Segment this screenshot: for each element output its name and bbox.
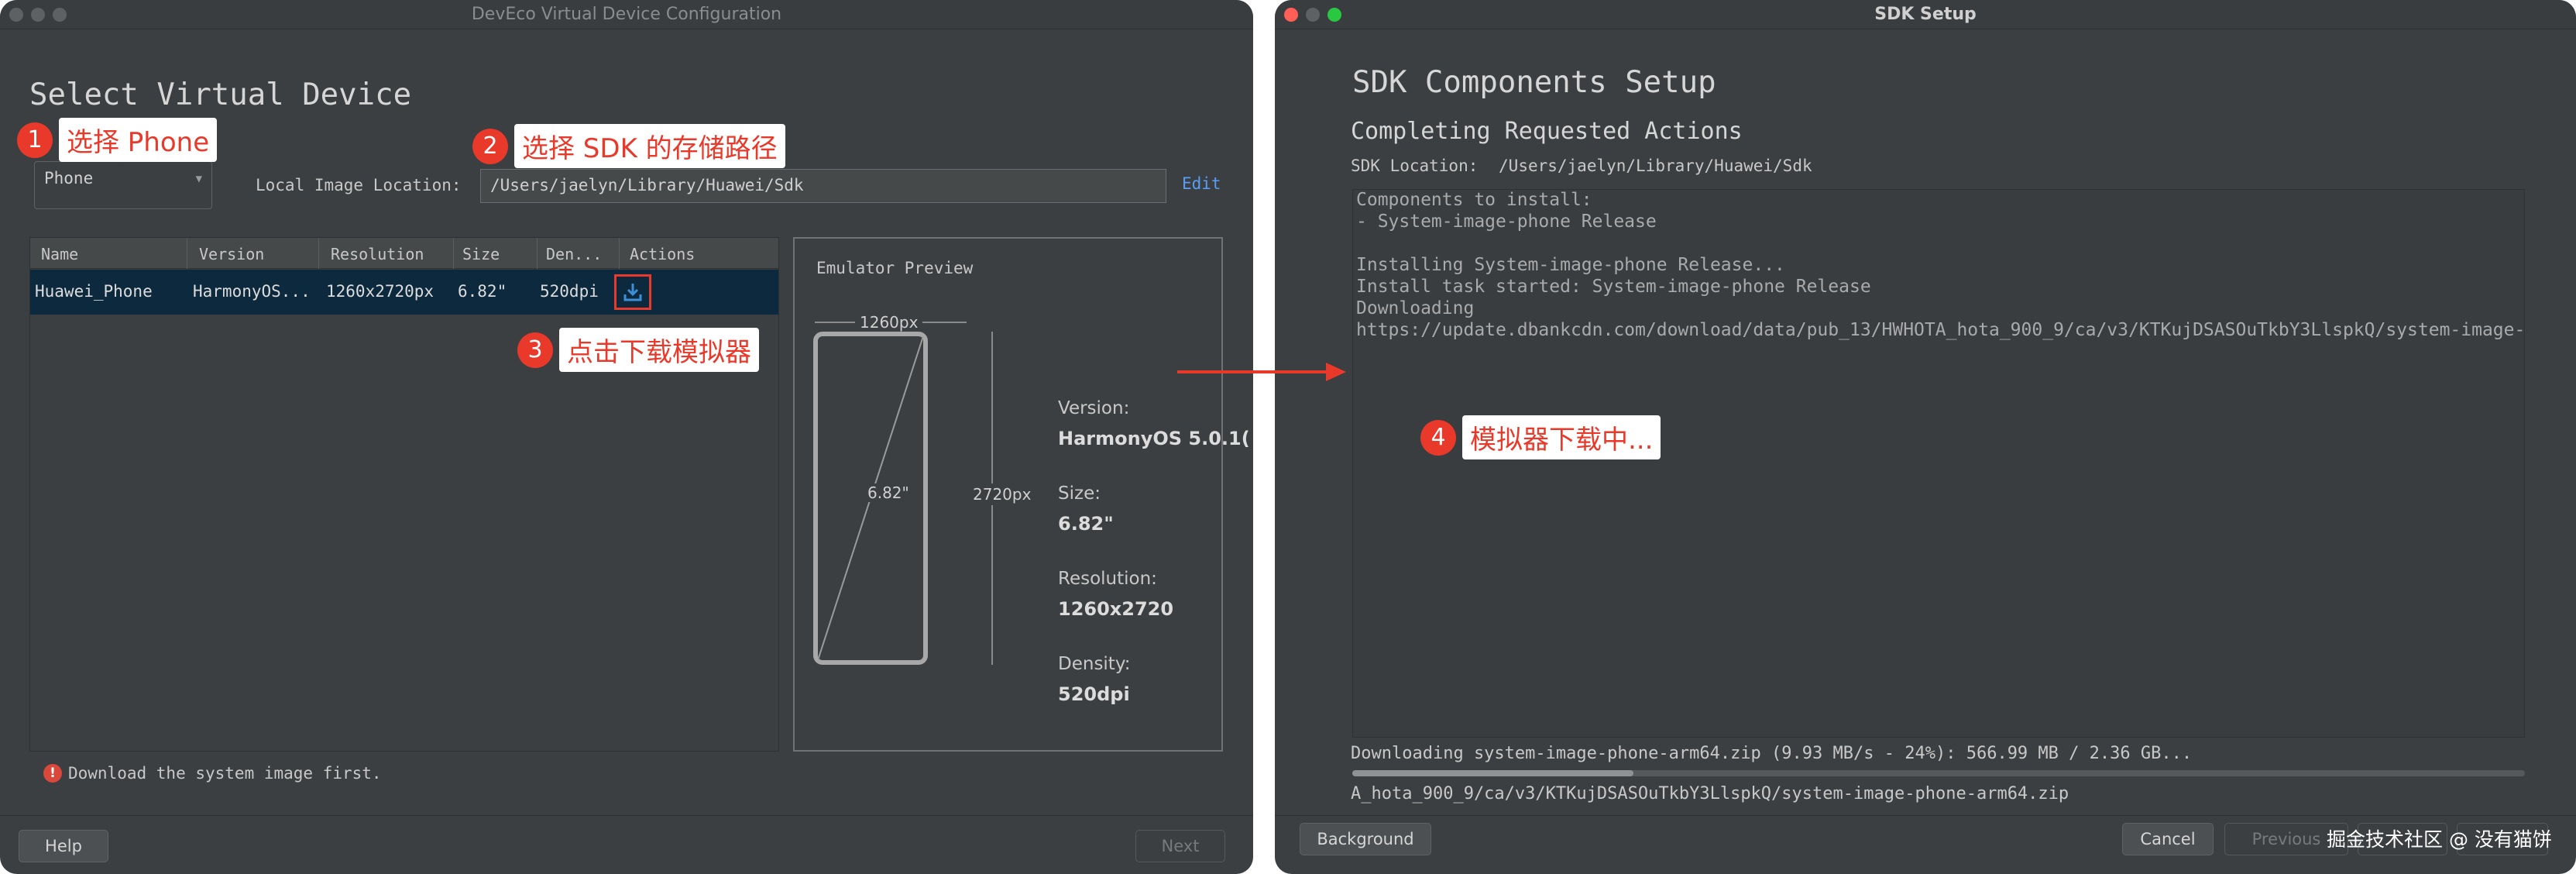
column-actions[interactable]: Actions bbox=[630, 245, 695, 263]
window-title: SDK Setup bbox=[1874, 5, 1977, 24]
footer-divider bbox=[0, 815, 1253, 816]
step-number: 3 bbox=[517, 332, 553, 368]
page-subtitle: Completing Requested Actions bbox=[1351, 118, 1743, 145]
next-button[interactable]: Next bbox=[1135, 830, 1225, 862]
location-label: Local Image Location: bbox=[256, 176, 462, 194]
annotation-2: 2 选择 SDK 的存储路径 bbox=[472, 124, 785, 168]
cell-resolution: 1260x2720px bbox=[326, 282, 434, 301]
device-type-select[interactable]: Phone ▼ bbox=[34, 161, 212, 209]
device-table: Name Version Resolution Size Den... Acti… bbox=[29, 237, 779, 752]
log-line: Installing System-image-phone Release... bbox=[1356, 255, 1785, 275]
cell-size: 6.82" bbox=[458, 282, 507, 301]
log-line: Components to install: bbox=[1356, 190, 1592, 210]
cell-version: HarmonyOS... bbox=[193, 282, 311, 301]
emulator-preview-panel: Emulator Preview 1260px 6.82" 2720px Ver… bbox=[793, 237, 1250, 752]
table-row[interactable]: Huawei_Phone HarmonyOS... 1260x2720px 6.… bbox=[30, 270, 778, 315]
width-label: 1260px bbox=[855, 313, 923, 332]
download-icon bbox=[623, 284, 642, 301]
page-title: SDK Components Setup bbox=[1352, 65, 1716, 100]
column-version[interactable]: Version bbox=[199, 245, 264, 263]
arrow-icon bbox=[1177, 363, 1346, 381]
download-status: Downloading system-image-phone-arm64.zip… bbox=[1351, 744, 2193, 763]
log-line: Downloading bbox=[1356, 298, 1475, 318]
chevron-down-icon: ▼ bbox=[195, 173, 202, 185]
background-button[interactable]: Background bbox=[1300, 823, 1431, 855]
cell-name: Huawei_Phone bbox=[35, 282, 153, 301]
density-label: Density: bbox=[1058, 654, 1131, 674]
step-label: 点击下载模拟器 bbox=[559, 328, 759, 372]
sdk-location: SDK Location: /Users/jaelyn/Library/Huaw… bbox=[1351, 157, 1812, 175]
preview-title: Emulator Preview bbox=[816, 259, 974, 277]
version-label: Version: bbox=[1058, 398, 1130, 418]
cancel-button[interactable]: Cancel bbox=[2122, 823, 2214, 855]
page-title: Select Virtual Device bbox=[29, 77, 412, 112]
device-type-value: Phone bbox=[44, 169, 94, 188]
cell-density: 520dpi bbox=[540, 282, 599, 301]
diagonal-label: 6.82" bbox=[866, 483, 911, 502]
sdk-location-label: SDK Location: bbox=[1351, 157, 1479, 175]
download-progress-bar bbox=[1352, 770, 2525, 776]
height-label: 2720px bbox=[971, 483, 1033, 505]
step-number: 2 bbox=[472, 128, 508, 164]
image-location-value: /Users/jaelyn/Library/Huawei/Sdk bbox=[490, 176, 804, 194]
step-label: 选择 SDK 的存储路径 bbox=[514, 124, 785, 168]
column-resolution[interactable]: Resolution bbox=[331, 245, 424, 263]
version-value: HarmonyOS 5.0.1( bbox=[1058, 428, 1250, 449]
log-line: https://update.dbankcdn.com/download/dat… bbox=[1356, 320, 2525, 340]
column-density[interactable]: Den... bbox=[546, 245, 602, 263]
help-button[interactable]: Help bbox=[19, 830, 108, 862]
step-number: 4 bbox=[1420, 419, 1456, 456]
error-icon: ! bbox=[43, 764, 62, 783]
window-title: DevEco Virtual Device Configuration bbox=[471, 5, 782, 24]
column-name[interactable]: Name bbox=[41, 245, 78, 263]
resolution-label: Resolution: bbox=[1058, 569, 1157, 589]
error-message: ! Download the system image first. bbox=[43, 764, 382, 783]
size-label: Size: bbox=[1058, 483, 1101, 504]
size-value: 6.82" bbox=[1058, 513, 1114, 535]
resolution-value: 1260x2720 bbox=[1058, 598, 1174, 620]
image-location-field[interactable]: /Users/jaelyn/Library/Huawei/Sdk bbox=[480, 169, 1166, 203]
download-progress-fill bbox=[1352, 770, 1634, 776]
error-text: Download the system image first. bbox=[68, 764, 382, 783]
annotation-4: 4 模拟器下载中... bbox=[1420, 415, 1661, 459]
step-label: 模拟器下载中... bbox=[1462, 415, 1661, 459]
annotation-1: 1 选择 Phone bbox=[17, 118, 218, 162]
download-path: A_hota_900_9/ca/v3/KTKujDSASOuTkbY3Llspk… bbox=[1351, 784, 2069, 803]
edit-link[interactable]: Edit bbox=[1182, 174, 1221, 193]
column-size[interactable]: Size bbox=[462, 245, 500, 263]
step-label: 选择 Phone bbox=[59, 118, 218, 162]
sdk-location-value: /Users/jaelyn/Library/Huawei/Sdk bbox=[1499, 157, 1812, 175]
step-number: 1 bbox=[17, 122, 53, 158]
log-line: Install task started: System-image-phone… bbox=[1356, 277, 1871, 297]
title-bar: DevEco Virtual Device Configuration bbox=[0, 0, 1253, 29]
table-header: Name Version Resolution Size Den... Acti… bbox=[30, 238, 778, 269]
annotation-3: 3 点击下载模拟器 bbox=[517, 328, 759, 372]
footer-divider bbox=[1275, 815, 2576, 816]
log-line: - System-image-phone Release bbox=[1356, 212, 1657, 232]
title-bar: SDK Setup bbox=[1275, 0, 2576, 29]
watermark: 掘金技术社区 @ 没有猫饼 bbox=[2327, 828, 2552, 851]
density-value: 520dpi bbox=[1058, 683, 1130, 705]
download-button[interactable] bbox=[614, 274, 651, 310]
install-log[interactable]: Components to install: - System-image-ph… bbox=[1352, 189, 2525, 738]
